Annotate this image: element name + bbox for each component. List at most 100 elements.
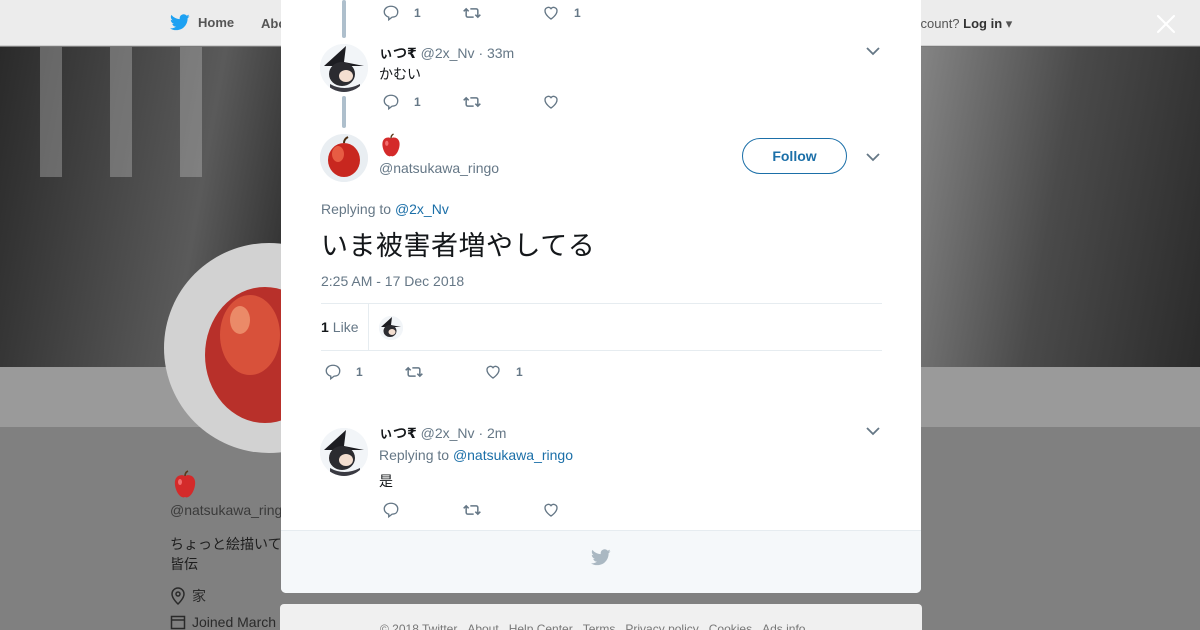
footer-link[interactable]: Cookies [709,622,752,630]
tweet1-text: かむい [379,66,421,82]
profile-joined-text: Joined March [192,614,277,630]
retweet-action[interactable] [404,363,484,381]
like-action[interactable]: 1 [542,4,622,22]
witch-avatar-image [320,428,368,476]
tweet1-display-name[interactable]: ぃつ₹ [379,45,417,61]
close-icon [1156,14,1176,34]
page-footer: © 2018 Twitter About Help Center Terms Priva… [280,604,922,630]
tweet1-more-button[interactable] [865,43,881,59]
like-action[interactable]: 1 [484,363,564,381]
nav-home-link[interactable]: Home [170,14,234,31]
tweet2-header: ぃつ₹ @2x_Nv · 2m [379,423,506,443]
apple-avatar-image [320,134,368,182]
like-action[interactable] [542,93,622,111]
liker-avatar[interactable] [379,316,403,340]
footer-link[interactable]: © 2018 Twitter [380,622,457,630]
reply-count: 1 [414,95,421,109]
profile-joined: Joined March [170,614,276,630]
thread-connector [342,96,346,128]
thread-connector [342,0,346,38]
tweet1-header: ぃつ₹ @2x_Nv · 33m [379,43,514,63]
main-tweet-timestamp[interactable]: 2:25 AM - 17 Dec 2018 [321,273,464,289]
tweet2-actions [382,500,622,520]
main-tweet-more-button[interactable] [865,149,881,165]
chevron-down-icon [866,47,880,56]
profile-handle[interactable]: @natsukawa_ringo [170,502,290,518]
retweet-icon [463,96,481,108]
retweet-action[interactable] [462,93,542,111]
heart-icon [544,95,558,109]
tweet1-time[interactable]: · 33m [478,45,514,61]
calendar-icon [170,615,186,630]
avatar[interactable] [320,428,368,476]
footer-links: © 2018 Twitter About Help Center Terms Priva… [380,622,805,630]
reply-icon [383,502,399,519]
like-action[interactable] [542,501,622,519]
like-count: 1 [516,365,523,379]
tweet2-handle[interactable]: @2x_Nv [421,425,475,441]
likes-count: 1 [321,319,329,335]
main-replying-to: Replying to @2x_Nv [321,201,449,217]
chevron-down-icon [866,153,880,162]
witch-avatar-image [320,44,368,92]
footer-link[interactable]: About [467,622,498,630]
tweet2-time[interactable]: · 2m [478,425,506,441]
profile-location-text: 家 [192,588,206,604]
footer-link[interactable]: Privacy policy [625,622,698,630]
reply-action[interactable]: 1 [382,93,462,111]
replying-prefix: Replying to [321,201,392,217]
login-prompt: ccount? Log in ▾ [914,16,1012,32]
retweet-icon [463,7,481,19]
main-tweet-name-emoji[interactable] [380,133,402,162]
modal-footer [281,530,921,593]
footer-link[interactable]: Ads info [762,622,805,630]
tweet-modal: 1 1 ぃつ₹ @2x_Nv · 33m かむい 1 @natsukawa_ri… [281,0,921,593]
close-modal-button[interactable] [1154,12,1178,36]
profile-name-emoji [172,470,198,503]
chevron-down-icon [866,427,880,436]
tweet2-replying-to: Replying to @natsukawa_ringo [379,447,573,463]
tweet2-display-name[interactable]: ぃつ₹ [379,425,417,441]
apple-emoji-icon [382,133,400,157]
avatar[interactable] [320,44,368,92]
main-tweet-handle-text: @natsukawa_ringo [379,160,500,176]
follow-button[interactable]: Follow [742,138,847,174]
reply-action[interactable]: 1 [324,363,404,381]
like-count: 1 [574,6,581,20]
heart-icon [544,503,558,517]
twitter-bird-icon [591,549,611,566]
apple-emoji-icon [174,470,196,498]
replying-handle-link[interactable]: @2x_Nv [395,201,449,217]
main-tweet-avatar[interactable] [320,134,368,182]
tweet2-text: 是 [379,473,393,489]
main-tweet-text: いま被害者増やしてる [321,231,596,261]
main-tweet-actions: 1 1 [324,362,564,382]
retweet-action[interactable] [462,501,542,519]
retweet-action[interactable] [462,4,542,22]
login-caret-icon: ▾ [1005,16,1013,31]
reply-action[interactable]: 1 [382,4,462,22]
twitter-bird-icon [170,14,190,31]
tweet1-handle[interactable]: @2x_Nv [421,45,475,61]
login-link[interactable]: Log in [963,16,1002,31]
nav-home-label: Home [198,15,235,30]
witch-avatar-image [379,316,403,340]
tweet2-more-button[interactable] [865,423,881,439]
heart-icon [486,365,500,379]
reply-count: 1 [414,6,421,20]
heart-icon [544,6,558,20]
reply-count: 1 [356,365,363,379]
replying-handle-link[interactable]: @natsukawa_ringo [453,447,573,463]
tweet-stats: 1 Like [321,303,882,351]
main-tweet-handle[interactable]: @natsukawa_ringo [379,160,499,176]
footer-link[interactable]: Help Center [509,622,573,630]
location-pin-icon [171,587,185,605]
profile-location: 家 [170,586,206,606]
reply-action[interactable] [382,501,462,519]
footer-link[interactable]: Terms [583,622,616,630]
profile-bio: ちょっと絵描いて 皆伝 [170,536,282,572]
reply-icon [383,94,399,111]
tweet1-actions: 1 [382,92,622,112]
likes-count-link[interactable]: 1 Like [321,304,369,350]
likes-label: Like [332,319,359,335]
